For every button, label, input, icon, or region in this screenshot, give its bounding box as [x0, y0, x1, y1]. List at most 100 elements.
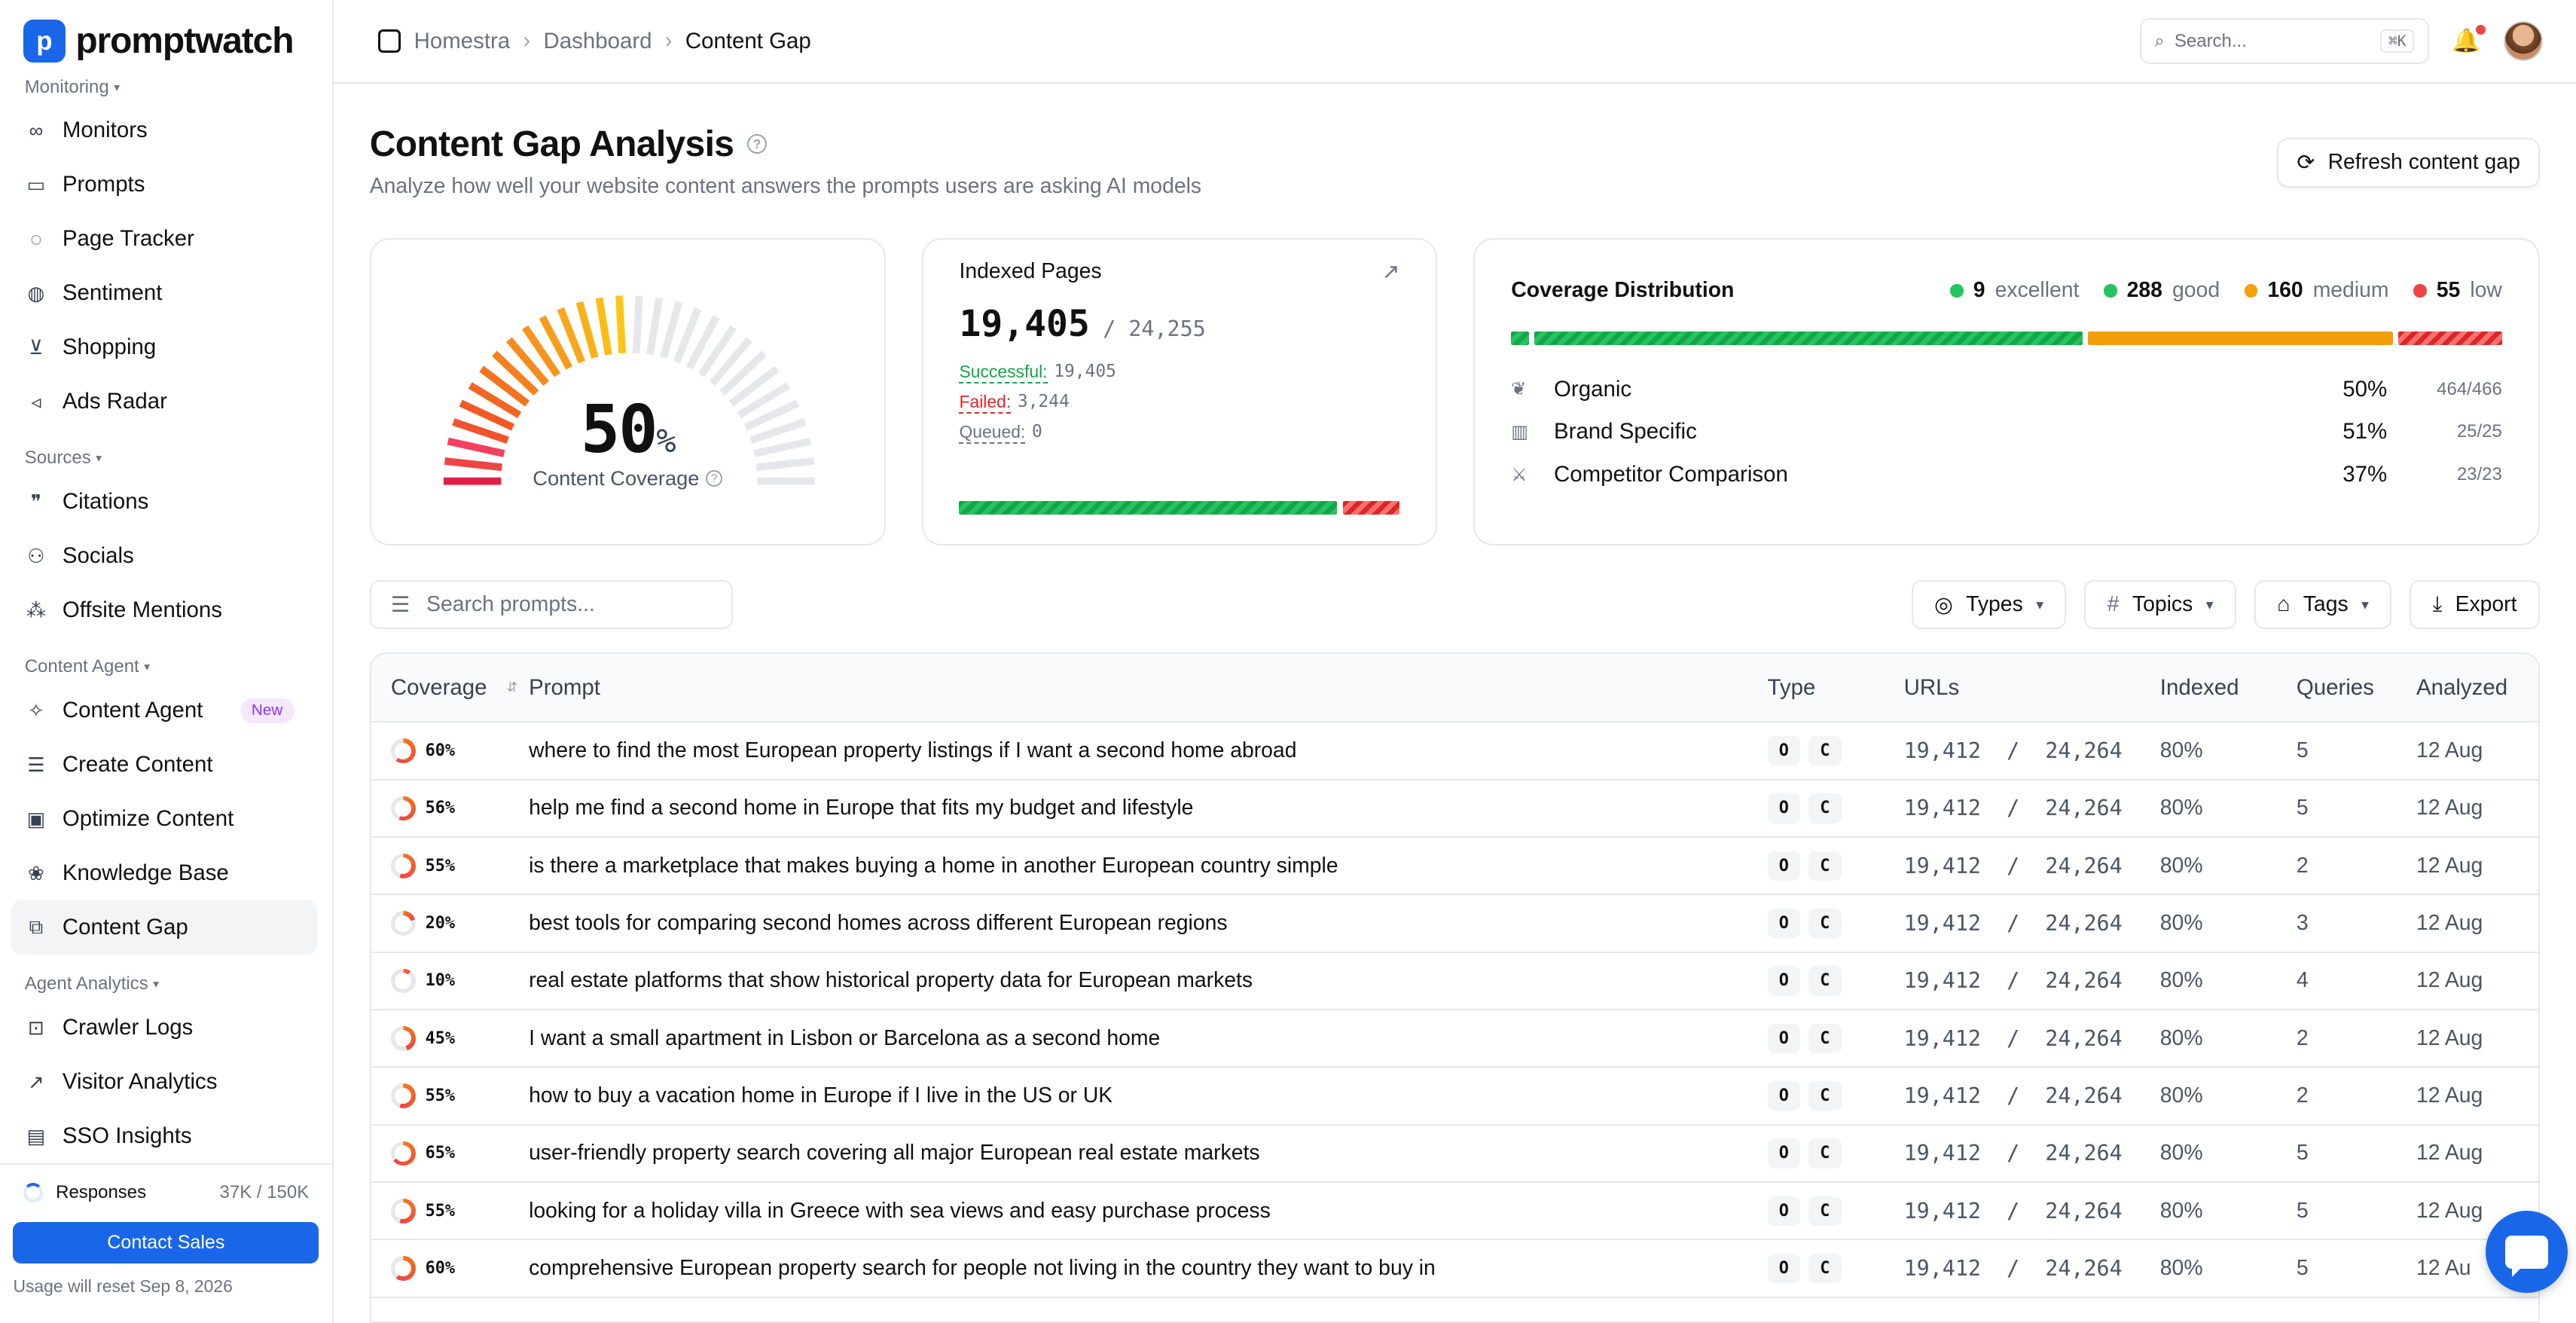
topics-filter-button[interactable]: # Topics ▾	[2084, 579, 2236, 630]
legend-dot	[2413, 284, 2427, 298]
legend-count: 160	[2267, 278, 2303, 303]
coverage-row-fraction: 23/23	[2456, 464, 2502, 485]
coverage-row-label: Brand Specific	[1554, 419, 1697, 445]
types-filter-button[interactable]: ◎ Types ▾	[1911, 579, 2067, 630]
table-row[interactable]: 56% help me find a second home in Europe …	[371, 781, 2538, 839]
sidebar-item-offsite-mentions[interactable]: ⁂ Offsite Mentions	[0, 583, 319, 637]
prompt-cell: where to find the most European property…	[529, 738, 1297, 763]
usage-ring-icon	[23, 1183, 43, 1203]
type-badge-organic: O	[1767, 851, 1801, 881]
coverage-ring-icon	[390, 911, 416, 936]
sidebar-item-page-tracker[interactable]: ◌ Page Tracker	[0, 212, 319, 266]
coverage-percent: 50%	[580, 390, 676, 468]
legend-label: excellent	[1995, 278, 2080, 303]
table-row[interactable]: 45% I want a small apartment in Lisbon or…	[371, 1010, 2538, 1068]
sidebar-item-visitor-analytics[interactable]: ↗ Visitor Analytics	[0, 1055, 319, 1109]
sidebar-item-crawler-logs[interactable]: ⊡ Crawler Logs	[0, 1001, 319, 1055]
sidebar-item-prompts[interactable]: ▭ Prompts	[0, 157, 319, 212]
global-search-input[interactable]: ⌕ Search... ⌘K	[2139, 18, 2429, 65]
chat-support-button[interactable]	[2485, 1211, 2568, 1294]
type-badge-organic: O	[1767, 793, 1801, 823]
sidebar-item-monitors[interactable]: ∞ Monitors	[0, 103, 319, 157]
avatar[interactable]	[2503, 21, 2544, 61]
table-row[interactable]: 55% looking for a holiday villa in Greece…	[371, 1183, 2538, 1241]
sidebar-item-create-content[interactable]: ☰ Create Content	[0, 738, 319, 792]
sidebar-item-knowledge-base[interactable]: ❀ Knowledge Base	[0, 846, 319, 900]
sidebar-item-socials[interactable]: ⚇ Socials	[0, 529, 319, 583]
type-badge-competitor: C	[1808, 1196, 1842, 1226]
sidebar-section-monitoring[interactable]: Monitoring ▾	[0, 71, 332, 104]
arrow-up-right-icon[interactable]: ↗	[1382, 259, 1400, 285]
type-badge-organic: O	[1767, 966, 1801, 996]
sidebar-item-sentiment[interactable]: ◍ Sentiment	[0, 266, 319, 320]
type-badge-competitor: C	[1808, 1023, 1842, 1053]
sidebar-item-citations[interactable]: ❞ Citations	[0, 475, 319, 529]
usage-reset-text: Usage will reset Sep 8, 2026	[13, 1276, 233, 1297]
export-button[interactable]: ⤓ Export	[2410, 579, 2540, 630]
sidebar-item-ads-radar[interactable]: ◃ Ads Radar	[0, 374, 319, 429]
legend-count: 9	[1973, 278, 1985, 303]
coverage-ring-icon	[390, 1025, 416, 1051]
type-cell: OC	[1767, 1023, 1904, 1053]
queries-column-header: Queries	[2296, 674, 2374, 700]
sidebar-item-sso-insights[interactable]: ▤ SSO Insights	[0, 1109, 319, 1163]
type-badge-competitor: C	[1808, 735, 1842, 766]
coverage-ring-icon	[390, 1256, 416, 1281]
type-badge-organic: O	[1767, 1253, 1801, 1284]
coverage-column-header[interactable]: Coverage ⇵	[371, 675, 529, 701]
urls-cell: 19,412 / 24,264	[1903, 738, 2123, 764]
type-badge-organic: O	[1767, 1023, 1801, 1053]
table-row[interactable]: 10% real estate platforms that show histo…	[371, 953, 2538, 1011]
gauge-tick	[595, 297, 612, 356]
legend-label: good	[2172, 278, 2220, 303]
type-cell: OC	[1767, 1080, 1904, 1111]
help-icon[interactable]: ?	[706, 470, 722, 487]
notifications-bell-icon[interactable]: 🔔	[2452, 24, 2486, 54]
coverage-value: 20%	[425, 914, 456, 933]
prompt-column-header: Prompt	[529, 674, 600, 700]
analyzed-cell: 12 Aug	[2416, 853, 2483, 878]
robot-icon: ⊡	[28, 1016, 44, 1039]
indexed-cell: 80%	[2159, 911, 2203, 936]
coverage-ring-icon	[390, 796, 416, 821]
tags-filter-button[interactable]: ⌂ Tags ▾	[2254, 579, 2392, 630]
indexed-cell: 80%	[2159, 1025, 2203, 1050]
coverage-value: 60%	[425, 741, 456, 761]
indexed-pages-title: Indexed Pages	[959, 259, 1102, 284]
document-icon: ☰	[27, 753, 45, 776]
chevron-down-icon: ▾	[2036, 596, 2044, 613]
sidebar-item-optimize-content[interactable]: ▣ Optimize Content	[0, 792, 319, 846]
content-area: 50% Content Coverage? Indexed Pages ↗ 19…	[334, 84, 2576, 1323]
coverage-cell: 10%	[371, 968, 529, 994]
search-prompts-input[interactable]: ☰ Search prompts...	[369, 579, 733, 630]
legend-dot	[2104, 284, 2117, 298]
breadcrumb-workspace[interactable]: Homestra	[414, 29, 511, 54]
sidebar-item-label: Content Agent	[62, 698, 203, 723]
sidebar-section-content-agent[interactable]: Content Agent ▾	[0, 651, 332, 684]
coverage-ring-icon	[390, 853, 416, 878]
breadcrumb-dashboard[interactable]: Dashboard	[544, 29, 652, 54]
sidebar-item-content-agent[interactable]: ✧ Content Agent New	[0, 683, 319, 738]
logo[interactable]: p promptwatch	[0, 0, 332, 82]
sidebar-item-content-gap[interactable]: ⧉ Content Gap	[11, 900, 318, 955]
indexed-cell: 80%	[2159, 1141, 2203, 1166]
sidebar-item-shopping[interactable]: ⊻ Shopping	[0, 320, 319, 374]
coverage-row-label: Organic	[1554, 376, 1632, 402]
queries-cell: 5	[2296, 738, 2309, 763]
table-row[interactable]: 65% user-friendly property search coverin…	[371, 1126, 2538, 1184]
table-row[interactable]: 55% is there a marketplace that makes buy…	[371, 838, 2538, 896]
prompt-cell: help me find a second home in Europe tha…	[529, 796, 1194, 820]
urls-cell: 19,412 / 24,264	[1903, 911, 2123, 936]
globe-icon: ◎	[1934, 592, 1953, 617]
table-row[interactable]: 60% where to find the most European prope…	[371, 723, 2538, 781]
sidebar-section-sources[interactable]: Sources ▾	[0, 442, 332, 475]
table-row[interactable]: 60% comprehensive European property searc…	[371, 1240, 2538, 1298]
table-row[interactable]: 55% how to buy a vacation home in Europe …	[371, 1068, 2538, 1126]
table-row[interactable]: 20% best tools for comparing second homes…	[371, 895, 2538, 953]
tag-icon: ⌂	[2277, 592, 2291, 617]
sidebar-item-label: Knowledge Base	[62, 860, 229, 886]
sort-icon[interactable]: ⇵	[507, 680, 518, 695]
sidebar-section-agent-analytics[interactable]: Agent Analytics ▾	[0, 967, 332, 1001]
contact-sales-button[interactable]: Contact Sales	[13, 1222, 319, 1263]
failed-label: Failed:	[959, 392, 1012, 414]
